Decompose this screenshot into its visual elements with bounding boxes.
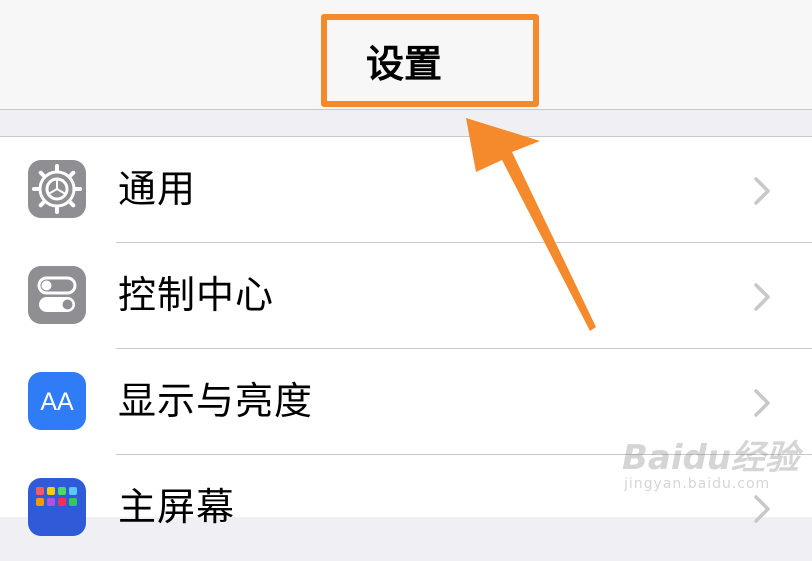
watermark-url: jingyan.baidu.com [624, 476, 771, 492]
settings-row-general[interactable]: 通用 [0, 137, 812, 243]
settings-row-label: 控制中心 [118, 273, 275, 317]
settings-row-label: 主屏幕 [118, 485, 236, 529]
chevron-right-icon [754, 177, 770, 205]
gear-icon [28, 160, 86, 218]
settings-row-label: 通用 [118, 167, 197, 211]
settings-row-control-center[interactable]: 控制中心 [0, 243, 812, 349]
text-size-icon: AA [28, 372, 86, 430]
settings-row-label: 显示与亮度 [118, 379, 314, 423]
chevron-right-icon [754, 283, 770, 311]
chevron-right-icon [754, 389, 770, 417]
text-size-icon-glyph: AA [40, 388, 74, 416]
toggle-switches-icon [28, 266, 86, 324]
app-grid-icon [28, 478, 86, 536]
watermark: Baidu经验 jingyan.baidu.com [622, 424, 802, 504]
highlight-box [321, 14, 539, 107]
watermark-logo: Baidu经验 [622, 438, 800, 478]
